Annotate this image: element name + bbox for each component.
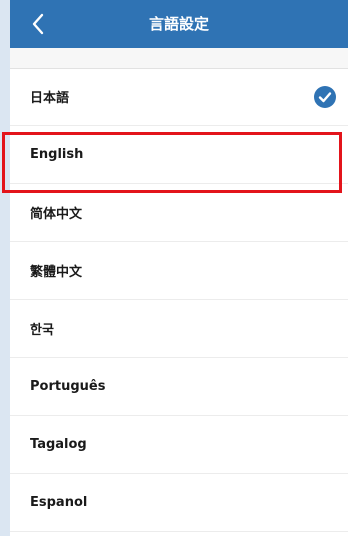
language-label: Português [30, 379, 106, 394]
phone-screen: 言語設定 日本語 English 简体中文 繁體中文 한국 Português … [10, 0, 348, 536]
language-item-english[interactable]: English [10, 126, 348, 184]
app-frame: 言語設定 日本語 English 简体中文 繁體中文 한국 Português … [0, 0, 348, 536]
language-label: English [30, 147, 84, 162]
language-item-tagalog[interactable]: Tagalog [10, 416, 348, 474]
language-label: 한국 [30, 323, 54, 338]
language-list: 日本語 English 简体中文 繁體中文 한국 Português Tagal… [10, 68, 348, 532]
chevron-left-icon [32, 13, 44, 35]
language-label: Espanol [30, 495, 88, 510]
language-item-spanish[interactable]: Espanol [10, 474, 348, 532]
list-top-spacer [10, 48, 348, 69]
language-item-korean[interactable]: 한국 [10, 300, 348, 358]
back-button[interactable] [18, 4, 58, 44]
check-circle-icon [314, 85, 336, 108]
language-item-simplified-chinese[interactable]: 简体中文 [10, 184, 348, 242]
language-item-japanese[interactable]: 日本語 [10, 68, 348, 126]
language-item-portuguese[interactable]: Português [10, 358, 348, 416]
page-title: 言語設定 [148, 15, 209, 33]
language-label: Tagalog [30, 437, 87, 452]
language-label: 简体中文 [30, 207, 83, 222]
language-label: 繁體中文 [30, 265, 83, 280]
header-bar: 言語設定 [10, 0, 348, 48]
language-item-traditional-chinese[interactable]: 繁體中文 [10, 242, 348, 300]
language-label: 日本語 [30, 91, 70, 106]
